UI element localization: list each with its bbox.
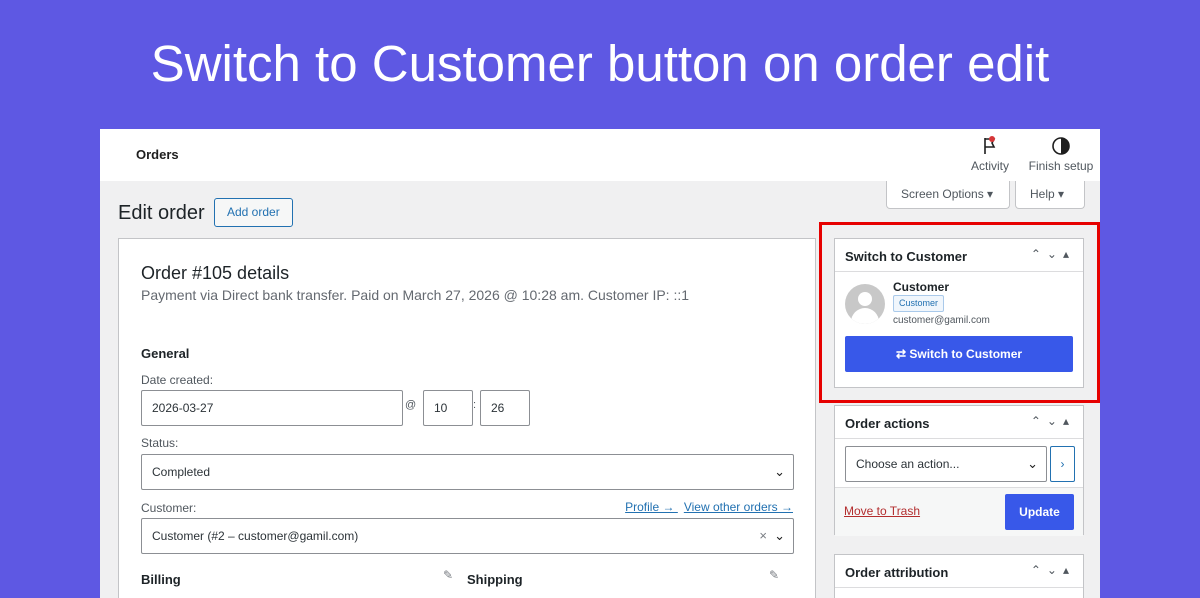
activity-button[interactable]: Activity	[968, 135, 1012, 173]
customer-label: Customer:	[141, 501, 197, 515]
add-order-button[interactable]: Add order	[214, 198, 293, 227]
chevron-right-icon: ›	[1060, 457, 1065, 471]
panel-title: Order attribution	[845, 565, 949, 580]
status-label: Status:	[141, 436, 179, 450]
panel-header: Order attribution ⌃⌄▴	[835, 555, 1083, 588]
flag-icon	[984, 136, 996, 154]
panel-controls[interactable]: ⌃⌄▴	[1031, 563, 1075, 577]
finish-setup-button[interactable]: Finish setup	[1028, 135, 1094, 173]
apply-action-button[interactable]: ›	[1050, 446, 1075, 482]
date-created-input[interactable]: 2026-03-27	[141, 390, 403, 426]
panel-header: Order actions ⌃⌄▴	[835, 406, 1083, 439]
status-value: Completed	[152, 465, 211, 479]
chevron-down-icon: ⌄	[1027, 456, 1038, 471]
view-other-orders-link[interactable]: View other orders →	[684, 500, 793, 514]
customer-value: Customer (#2 – customer@gamil.com)	[152, 529, 359, 543]
order-subtitle: Payment via Direct bank transfer. Paid o…	[141, 287, 690, 303]
date-created-label: Date created:	[141, 373, 214, 387]
chevron-down-icon: ⌄	[774, 464, 785, 479]
screen-options-button[interactable]: Screen Options ▾	[886, 181, 1010, 209]
order-actions-panel: Order actions ⌃⌄▴ Choose an action... ⌄ …	[834, 405, 1084, 536]
page-title: Edit order	[118, 202, 205, 224]
order-details-panel: Order #105 details Payment via Direct ba…	[118, 238, 816, 598]
profile-link[interactable]: Profile →	[625, 500, 674, 514]
edit-billing-icon[interactable]: ✎	[443, 568, 453, 582]
chevron-down-icon: ⌄	[774, 528, 785, 543]
page-name: Orders	[136, 147, 179, 162]
panel-body: Choose an action... ⌄ › Move to Trash Up…	[835, 439, 1083, 536]
minute-input[interactable]: 26	[480, 390, 530, 426]
customer-select[interactable]: Customer (#2 – customer@gamil.com) × ⌄	[141, 518, 794, 554]
panel-title: Order actions	[845, 416, 930, 431]
order-actions-footer: Move to Trash Update	[835, 487, 1083, 536]
half-circle-icon	[1052, 137, 1070, 155]
panel-controls[interactable]: ⌃⌄▴	[1031, 414, 1075, 428]
customer-links: Profile → View other orders →	[619, 500, 793, 514]
order-action-value: Choose an action...	[856, 457, 960, 471]
status-select[interactable]: Completed ⌄	[141, 454, 794, 490]
at-symbol: @	[405, 399, 417, 411]
move-to-trash-link[interactable]: Move to Trash	[844, 504, 920, 518]
edit-shipping-icon[interactable]: ✎	[769, 568, 779, 582]
hour-input[interactable]: 10	[423, 390, 473, 426]
banner-title: Switch to Customer button on order edit	[150, 35, 1050, 92]
order-action-select[interactable]: Choose an action... ⌄	[845, 446, 1047, 482]
top-bar: Orders Activity Finish setup	[100, 129, 1100, 181]
shipping-heading: Shipping	[467, 572, 523, 587]
highlight-frame	[819, 222, 1100, 403]
activity-label: Activity	[970, 159, 1009, 173]
help-button[interactable]: Help ▾	[1015, 181, 1085, 209]
billing-heading: Billing	[141, 572, 181, 587]
order-attribution-panel: Order attribution ⌃⌄▴	[834, 554, 1084, 598]
general-heading: General	[141, 346, 190, 361]
finish-setup-label: Finish setup	[1028, 159, 1094, 173]
clear-icon[interactable]: ×	[759, 519, 767, 553]
admin-screen: Orders Activity Finish setup Screen Opti…	[100, 129, 1100, 598]
colon-symbol: :	[473, 399, 477, 411]
update-button[interactable]: Update	[1005, 494, 1074, 530]
order-title: Order #105 details	[141, 263, 290, 283]
